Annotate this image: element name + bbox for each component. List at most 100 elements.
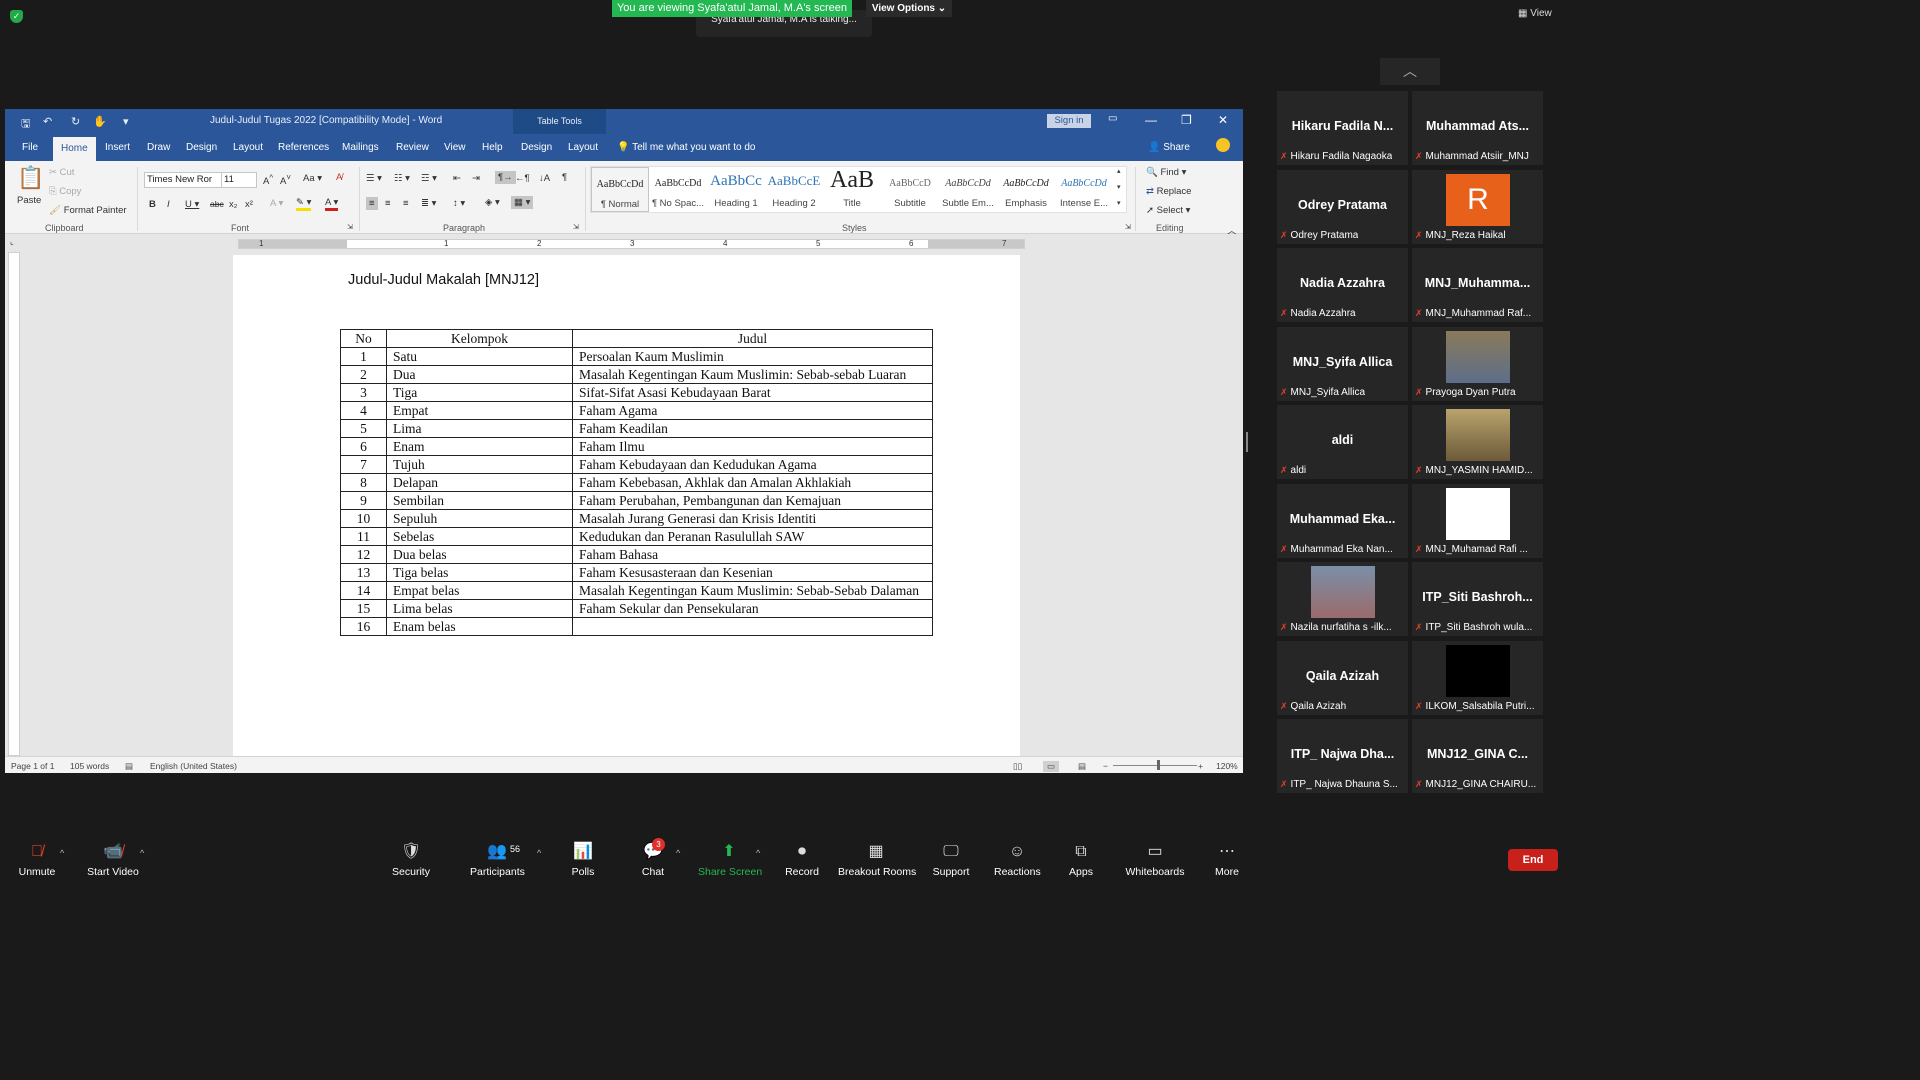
support-button[interactable]: 🖵 Support — [930, 842, 972, 878]
horizontal-ruler[interactable]: 1 1 2 3 4 5 6 7 — [238, 239, 1025, 249]
italic-button[interactable]: I — [167, 199, 170, 210]
participant-tile[interactable]: ITP_Siti Bashroh... ✗ ITP_Siti Bashroh wul… — [1412, 562, 1543, 636]
rtl-icon[interactable]: ←¶ — [515, 173, 530, 184]
cell-no[interactable]: 5 — [340, 419, 387, 438]
clear-formatting-icon[interactable]: A̸ — [336, 172, 342, 183]
cell-kelompok[interactable]: Delapan — [386, 473, 573, 492]
share-options-caret[interactable]: ^ — [756, 848, 760, 858]
style-item[interactable]: AaB Title — [823, 167, 881, 212]
font-color-icon[interactable]: A ▾ — [325, 197, 339, 211]
font-shrink-icon[interactable]: A˅ — [280, 173, 291, 187]
styles-scroll-up-icon[interactable]: ▴ — [1117, 167, 1121, 175]
change-case-icon[interactable]: Aa ▾ — [303, 173, 322, 184]
zoom-slider[interactable] — [1113, 765, 1197, 766]
save-icon[interactable]: 🖫 — [21, 115, 30, 134]
cell-no[interactable]: 6 — [340, 437, 387, 456]
security-button[interactable]: 🛡 Security — [390, 842, 432, 878]
cell-no[interactable]: 3 — [340, 383, 387, 402]
document-page[interactable]: Judul-Judul Makalah [MNJ12] No Kelompok … — [233, 255, 1020, 756]
cut-button[interactable]: ✂ Cut — [49, 167, 74, 178]
cell-judul[interactable]: Faham Bahasa — [572, 545, 933, 564]
cell-no[interactable]: 4 — [340, 401, 387, 420]
cell-no[interactable]: 2 — [340, 365, 387, 384]
tab-help[interactable]: Help — [482, 142, 503, 153]
participant-tile[interactable]: aldi ✗ aldi — [1277, 405, 1408, 479]
close-icon[interactable]: ✕ — [1218, 113, 1228, 127]
font-size-combo[interactable]: 11 — [221, 172, 257, 188]
participant-tile[interactable]: Nadia Azzahra ✗ Nadia Azzahra — [1277, 248, 1408, 322]
cell-judul[interactable]: Masalah Kegentingan Kaum Muslimin: Sebab… — [572, 581, 933, 600]
multilevel-list-icon[interactable]: ☲ ▾ — [421, 173, 437, 184]
reactions-button[interactable]: ☺ Reactions — [994, 842, 1041, 878]
font-dialog-launcher-icon[interactable]: ⇲ — [347, 223, 353, 231]
sort-icon[interactable]: ↓A — [539, 173, 550, 184]
cell-judul[interactable]: Kedudukan dan Peranan Rasulullah SAW — [572, 527, 933, 546]
participant-tile[interactable]: ✗ MNJ_Muhamad Rafi ... — [1412, 483, 1543, 558]
unmute-button[interactable]: 🎙̸ Unmute — [18, 842, 56, 878]
style-item[interactable]: AaBbCcD Subtitle — [881, 167, 939, 212]
cell-kelompok[interactable]: Sebelas — [386, 527, 573, 546]
cell-kelompok[interactable]: Enam belas — [386, 617, 573, 636]
align-left-icon[interactable]: ≡ — [366, 197, 378, 210]
cell-judul[interactable]: Faham Agama — [572, 401, 933, 420]
participant-tile[interactable]: Muhammad Ats... ✗ Muhammad Atsiir_MNJ — [1412, 91, 1543, 165]
style-item[interactable]: AaBbCcDd Emphasis — [997, 167, 1055, 212]
feedback-smiley-icon[interactable] — [1216, 138, 1230, 152]
justify-icon[interactable]: ≣ ▾ — [421, 198, 436, 209]
vertical-ruler[interactable] — [8, 252, 20, 756]
polls-button[interactable]: 📊 Polls — [568, 842, 598, 878]
participant-tile[interactable]: ✗ MNJ_YASMIN HAMID... — [1412, 405, 1543, 479]
document-table[interactable]: No Kelompok Judul 1 Satu Persoalan Kaum Mu… — [340, 329, 933, 636]
cell-no[interactable]: 8 — [340, 473, 387, 492]
cell-no[interactable]: 7 — [340, 455, 387, 474]
whiteboards-button[interactable]: ▭ Whiteboards — [1124, 842, 1186, 878]
cell-judul[interactable]: Persoalan Kaum Muslimin — [572, 347, 933, 366]
select-button[interactable]: ➚ Select ▾ — [1146, 205, 1190, 216]
web-layout-icon[interactable]: ▤ — [1078, 761, 1086, 772]
cell-kelompok[interactable]: Dua — [386, 365, 573, 384]
participant-tile[interactable]: MNJ_Muhamma... ✗ MNJ_Muhammad Raf... — [1412, 248, 1543, 322]
bold-button[interactable]: B — [149, 199, 156, 210]
cell-no[interactable]: 11 — [340, 527, 387, 546]
cell-kelompok[interactable]: Sepuluh — [386, 509, 573, 528]
strikethrough-button[interactable]: abc — [210, 199, 224, 209]
more-button[interactable]: ⋯ More — [1212, 842, 1242, 878]
tab-draw[interactable]: Draw — [147, 142, 170, 153]
styles-more-icon[interactable]: ▾ — [1117, 199, 1121, 207]
tell-me-search[interactable]: 💡 Tell me what you want to do — [617, 142, 755, 153]
copy-button[interactable]: ⎘ Copy — [49, 186, 81, 197]
language-status[interactable]: English (United States) — [150, 761, 237, 771]
cell-kelompok[interactable]: Lima belas — [386, 599, 573, 618]
cell-kelompok[interactable]: Tujuh — [386, 455, 573, 474]
proofing-icon[interactable]: ▤ — [125, 761, 133, 772]
underline-button[interactable]: U ▾ — [185, 199, 199, 210]
paste-icon[interactable]: 📋 — [17, 165, 44, 191]
participants-options-caret[interactable]: ^ — [537, 848, 541, 858]
cell-no[interactable]: 15 — [340, 599, 387, 618]
apps-button[interactable]: ⧉ Apps — [1066, 842, 1096, 878]
style-item[interactable]: AaBbCcDd Subtle Em... — [939, 167, 997, 212]
share-button[interactable]: 👤 Share — [1148, 142, 1190, 153]
read-mode-icon[interactable]: ▯▯ — [1013, 761, 1022, 772]
minimize-icon[interactable]: — — [1145, 113, 1157, 127]
cell-judul[interactable]: Faham Kesusasteraan dan Kesenian — [572, 563, 933, 582]
ribbon-display-options-icon[interactable]: ▭ — [1108, 113, 1117, 124]
participant-tile[interactable]: Qaila Azizah ✗ Qaila Azizah — [1277, 640, 1408, 715]
numbering-icon[interactable]: ☷ ▾ — [394, 173, 410, 184]
participant-tile[interactable]: ✗ Nazila nurfatiha s -ilk... — [1277, 562, 1408, 636]
page-count[interactable]: Page 1 of 1 — [11, 761, 54, 771]
tab-file[interactable]: File — [22, 142, 38, 153]
borders-icon[interactable]: ▦ ▾ — [511, 196, 534, 209]
text-effects-icon[interactable]: A ▾ — [270, 198, 283, 209]
cell-judul[interactable]: Faham Kebebasan, Akhlak dan Amalan Akhla… — [572, 473, 933, 492]
breakout-rooms-button[interactable]: ▦ Breakout Rooms — [838, 842, 916, 878]
cell-kelompok[interactable]: Lima — [386, 419, 573, 438]
format-painter-button[interactable]: 🖌 Format Painter — [49, 205, 127, 216]
find-button[interactable]: 🔍 Find ▾ — [1146, 167, 1186, 178]
cell-judul[interactable] — [572, 617, 933, 636]
zoom-out-icon[interactable]: − — [1103, 761, 1108, 771]
tab-references[interactable]: References — [278, 142, 329, 153]
cell-no[interactable]: 13 — [340, 563, 387, 582]
share-screen-button[interactable]: ⬆ Share Screen — [698, 842, 762, 878]
tab-mailings[interactable]: Mailings — [342, 142, 379, 153]
